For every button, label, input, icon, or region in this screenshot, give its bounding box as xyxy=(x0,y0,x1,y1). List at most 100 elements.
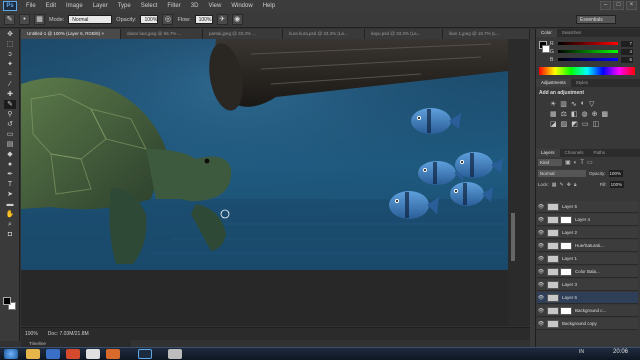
tab-channels[interactable]: Channels xyxy=(560,149,589,157)
menu-help[interactable]: Help xyxy=(258,3,280,9)
layer-row[interactable]: 👁︎ Layer 3 xyxy=(537,279,638,291)
vertical-scrollbar[interactable] xyxy=(508,39,530,326)
menu-3d[interactable]: 3D xyxy=(186,3,204,9)
document-size[interactable]: Doc: 7.03M/21.8M xyxy=(48,331,89,337)
channel-mixer-icon[interactable]: ⊕ xyxy=(592,110,598,118)
maximize-icon[interactable]: □ xyxy=(613,1,624,10)
exposure-icon[interactable]: ◐ xyxy=(581,100,585,108)
color-spectrum[interactable] xyxy=(539,67,635,75)
vibrance-icon[interactable]: ▽ xyxy=(589,100,594,108)
lasso-tool-icon[interactable]: ↄ xyxy=(4,50,16,59)
healing-tool-icon[interactable]: ✚ xyxy=(4,90,16,99)
brush-tool-icon[interactable]: ✎ xyxy=(4,100,16,109)
airbrush-icon[interactable]: ✈ xyxy=(216,14,228,25)
eraser-tool-icon[interactable]: ▭ xyxy=(4,130,16,139)
menu-layer[interactable]: Layer xyxy=(88,3,113,9)
filter-pixel-icon[interactable]: ▣ xyxy=(565,159,571,166)
color-balance-icon[interactable]: ⚖ xyxy=(561,110,567,118)
visibility-eye-icon[interactable]: 👁︎ xyxy=(537,243,545,249)
brush-tool-icon[interactable]: ✎ xyxy=(4,14,15,25)
layer-mask-thumbnail[interactable] xyxy=(560,241,572,250)
menu-edit[interactable]: Edit xyxy=(41,3,61,9)
menu-view[interactable]: View xyxy=(203,3,226,9)
timeline-tab[interactable]: Timeline xyxy=(21,340,131,347)
hand-tool-icon[interactable]: ✋ xyxy=(4,210,16,219)
minimize-icon[interactable]: – xyxy=(600,1,611,10)
blur-tool-icon[interactable]: ◆ xyxy=(4,150,16,159)
canvas[interactable] xyxy=(21,39,508,270)
fill-input[interactable]: 100% xyxy=(609,181,624,188)
curves-icon[interactable]: ∿ xyxy=(571,100,577,108)
photo-filter-icon[interactable]: ◍ xyxy=(582,110,588,118)
kind-filter-select[interactable]: Kind xyxy=(538,159,562,166)
layer-row[interactable]: 👁︎ Layer 2 xyxy=(537,227,638,239)
layer-row[interactable]: 👁︎ Hue/Saturati... xyxy=(537,240,638,252)
tab-kayu[interactable]: kayu.psd @ 33.3% (La... xyxy=(365,29,443,39)
visibility-eye-icon[interactable]: 👁︎ xyxy=(537,204,545,210)
brush-panel-icon[interactable]: ▦ xyxy=(34,14,45,25)
threshold-icon[interactable]: ◩ xyxy=(571,120,578,128)
hue-saturation-icon[interactable]: ▦ xyxy=(550,110,557,118)
lock-image-icon[interactable]: ✎ xyxy=(560,182,564,188)
layer-row[interactable]: 👁︎ Layer 5 xyxy=(537,201,638,213)
zoom-tool-icon[interactable]: ⌕ xyxy=(4,220,16,229)
tab-paths[interactable]: Paths xyxy=(589,149,611,157)
mode-select[interactable]: Normal xyxy=(68,15,113,24)
brush-preset-icon[interactable]: • xyxy=(19,14,30,25)
media-taskbar-icon[interactable] xyxy=(66,349,80,359)
pressure-opacity-icon[interactable]: ◎ xyxy=(162,14,174,25)
layer-row[interactable]: 👁︎ Layer 4 xyxy=(537,214,638,226)
lock-all-icon[interactable]: 🔒︎ xyxy=(574,182,577,188)
layer-row[interactable]: 👁︎ Background c... xyxy=(537,305,638,317)
visibility-eye-icon[interactable]: 👁︎ xyxy=(537,256,545,262)
opacity-input[interactable]: 100% xyxy=(140,15,159,24)
visibility-eye-icon[interactable]: 👁︎ xyxy=(537,308,545,314)
levels-icon[interactable]: ▥ xyxy=(560,100,567,108)
vertical-scroll-thumb[interactable] xyxy=(511,213,515,261)
menu-filter[interactable]: Filter xyxy=(162,3,185,9)
layer-row[interactable]: 👁︎ Background copy xyxy=(537,318,638,330)
tab-color[interactable]: Color xyxy=(536,29,557,37)
tab-ikan-1[interactable]: ikan 1.jpeg @ 16.7% (L... xyxy=(443,29,530,39)
layer-mask-thumbnail[interactable] xyxy=(560,215,572,224)
tab-untitled-1[interactable]: Untitled-1 @ 100% (Layer 6, RGB/8) × xyxy=(21,29,121,39)
marquee-tool-icon[interactable]: ⬚ xyxy=(4,40,16,49)
menu-type[interactable]: Type xyxy=(113,3,136,9)
red-slider[interactable] xyxy=(558,42,618,45)
lock-position-icon[interactable]: ✥ xyxy=(567,182,571,188)
close-icon[interactable]: × xyxy=(626,1,637,10)
selective-color-icon[interactable]: ◫ xyxy=(593,120,600,128)
tab-kura-kura[interactable]: kura kura.psd @ 33.3% (La... xyxy=(283,29,365,39)
gradient-tool-icon[interactable]: ▤ xyxy=(4,140,16,149)
dodge-tool-icon[interactable]: ● xyxy=(4,160,16,169)
visibility-eye-icon[interactable]: 👁︎ xyxy=(537,269,545,275)
green-slider[interactable] xyxy=(558,50,618,53)
app-taskbar-icon[interactable] xyxy=(168,349,182,359)
ie-taskbar-icon[interactable] xyxy=(46,349,60,359)
flow-input[interactable]: 100% xyxy=(194,15,213,24)
history-brush-tool-icon[interactable]: ↺ xyxy=(4,120,16,129)
foreground-color-swatch[interactable] xyxy=(3,297,11,305)
start-button-icon[interactable] xyxy=(4,349,18,359)
visibility-eye-icon[interactable]: 👁︎ xyxy=(537,230,545,236)
visibility-eye-icon[interactable]: 👁︎ xyxy=(537,321,545,327)
brightness-icon[interactable]: ☀ xyxy=(550,100,556,108)
green-value[interactable]: 4 xyxy=(621,48,633,55)
move-tool-icon[interactable]: ✥ xyxy=(4,30,16,39)
pen-tool-icon[interactable]: ✒ xyxy=(4,170,16,179)
visibility-eye-icon[interactable]: 👁︎ xyxy=(537,295,545,301)
tab-swatches[interactable]: Swatches xyxy=(557,29,587,37)
blend-mode-select[interactable]: Normal xyxy=(538,170,586,177)
zoom-level[interactable]: 100% xyxy=(25,331,38,337)
gradient-map-icon[interactable]: ▭ xyxy=(582,120,589,128)
posterize-icon[interactable]: ▨ xyxy=(561,120,568,128)
blue-value[interactable]: 6 xyxy=(621,56,633,63)
workspace-select[interactable]: Essentials xyxy=(576,15,616,24)
layer-mask-thumbnail[interactable] xyxy=(560,306,572,315)
red-value[interactable]: 7 xyxy=(621,40,633,47)
invert-icon[interactable]: ◪ xyxy=(550,120,557,128)
menu-file[interactable]: File xyxy=(21,3,41,9)
tab-dasar-laut[interactable]: dasar laut.jpeg @ 66.7% ... xyxy=(121,29,203,39)
crop-tool-icon[interactable]: ⌗ xyxy=(4,70,16,79)
menu-image[interactable]: Image xyxy=(61,3,88,9)
